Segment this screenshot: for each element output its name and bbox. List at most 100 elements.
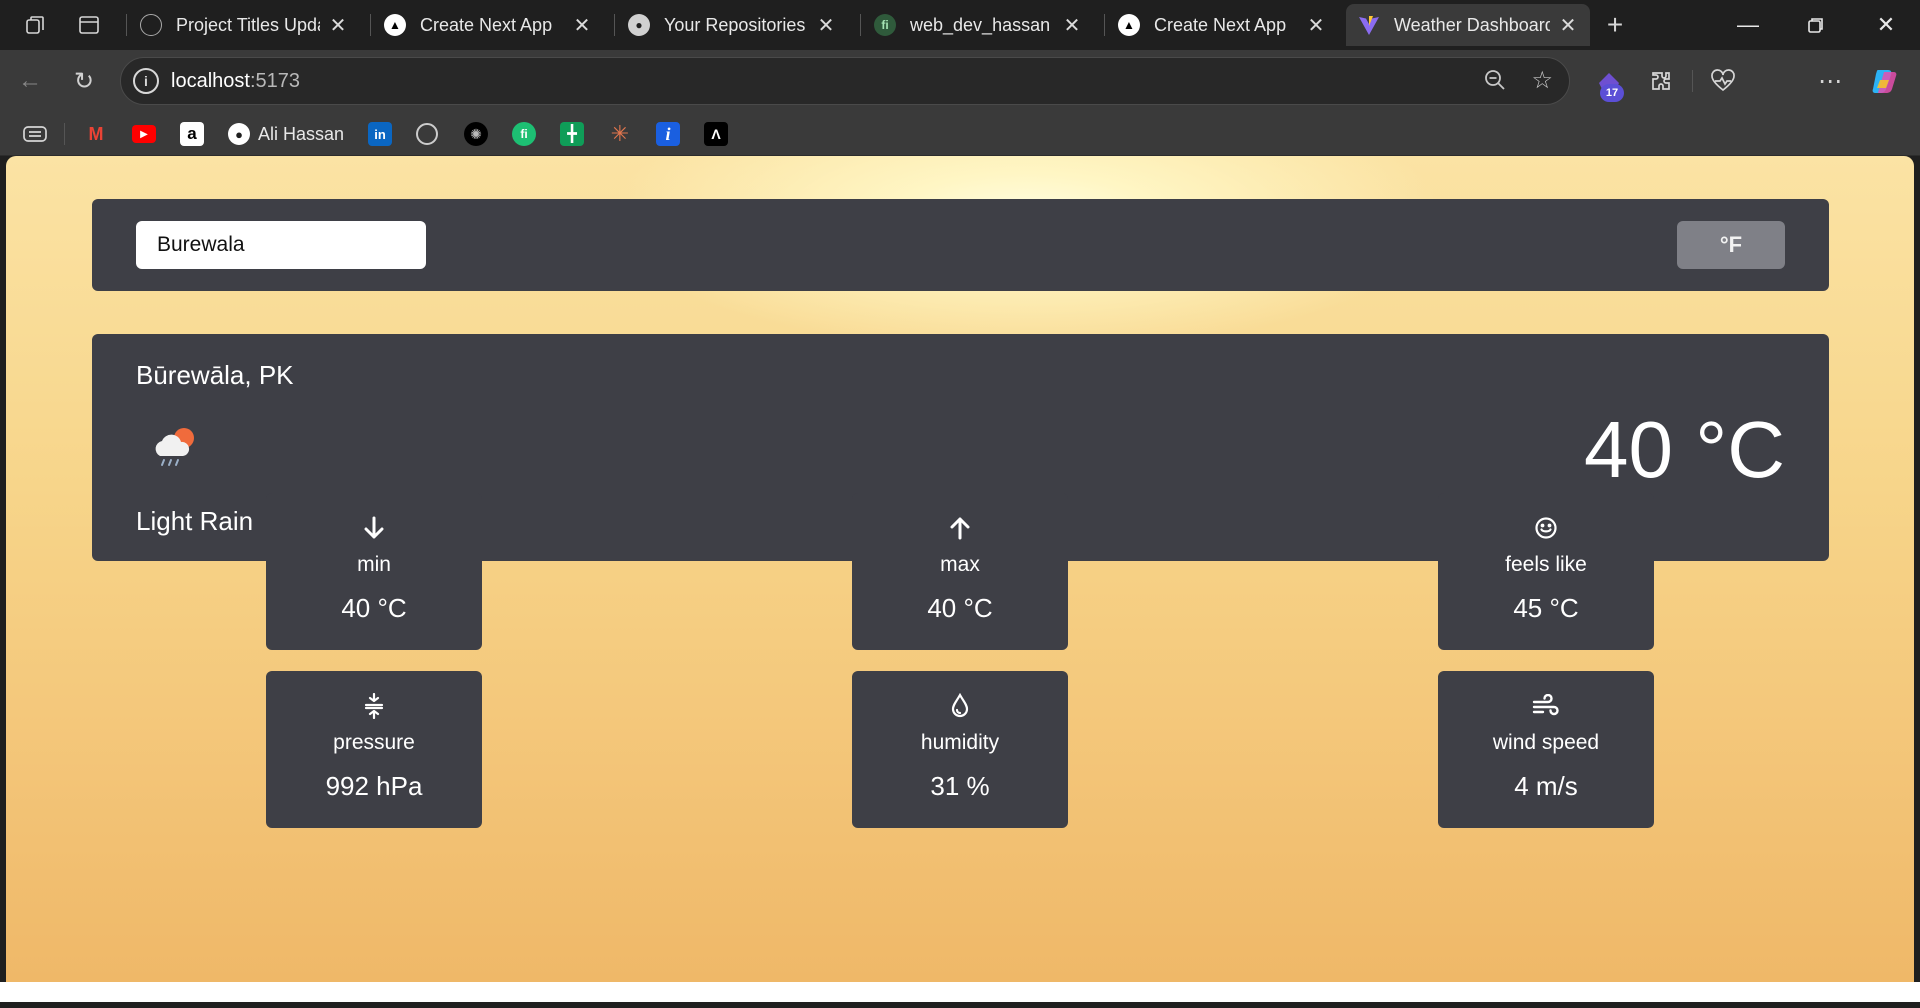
stat-label: wind speed: [1492, 731, 1600, 754]
page-bottom-edge: [0, 982, 1920, 1008]
refresh-icon[interactable]: ↻: [66, 63, 102, 99]
stat-value: 40 °C: [927, 593, 993, 623]
back-arrow-icon[interactable]: ←: [12, 63, 48, 99]
stat-label: pressure: [333, 731, 415, 754]
wind-icon: [1438, 691, 1654, 721]
github-icon: ●: [228, 123, 250, 145]
bookmark-gmail[interactable]: M: [84, 121, 108, 147]
tab-create-next-app[interactable]: ▲ Create Next App ✕: [372, 4, 604, 46]
stat-label: max: [940, 553, 980, 576]
stat-value: 4 m/s: [1514, 771, 1578, 801]
bookmark-linkedin[interactable]: in: [368, 121, 392, 147]
favorite-star-icon[interactable]: ☆: [1531, 66, 1553, 95]
claude-icon: ✳: [610, 121, 630, 146]
url-text[interactable]: localhost:5173: [171, 70, 300, 93]
smiley-icon: [1438, 513, 1654, 543]
tab-create-next-app-2[interactable]: ▲ Create Next App ✕: [1106, 4, 1338, 46]
workspaces-icon[interactable]: [20, 10, 50, 40]
stat-label: feels like: [1505, 553, 1587, 576]
zoom-out-icon[interactable]: [1483, 68, 1507, 98]
close-icon[interactable]: ✕: [816, 13, 836, 38]
tab-title: web_dev_hassan | F: [910, 14, 1054, 35]
extensions-icon[interactable]: [1644, 64, 1678, 98]
bookmark-sheets[interactable]: ╋: [560, 121, 584, 147]
light-rain-cloud-icon: [150, 424, 202, 468]
restore-button[interactable]: [1782, 0, 1850, 50]
tab-web-dev-hassan[interactable]: fi web_dev_hassan | F ✕: [862, 4, 1094, 46]
tab-title: Weather Dashboard: [1394, 14, 1550, 35]
github-icon: ●: [628, 14, 650, 36]
openai-icon: [140, 14, 162, 36]
vertical-tabs-icon[interactable]: [74, 10, 104, 40]
stat-value: 31 %: [930, 771, 990, 801]
info-icon[interactable]: i: [133, 68, 159, 94]
tab-title: Your Repositories: [664, 14, 806, 35]
arrow-up-icon: [852, 513, 1068, 543]
tab-strip: Project Titles Updat ✕ ▲ Create Next App…: [0, 0, 1920, 50]
gmail-icon: M: [88, 123, 104, 144]
bookmark-claude[interactable]: ✳: [608, 121, 632, 147]
weather-dashboard-page: °F Būrewāla, PK Light Rain 40 °C min 40 …: [6, 156, 1914, 982]
stat-label: min: [357, 553, 391, 576]
bookmark-youtube[interactable]: ▶: [132, 121, 156, 147]
close-window-button[interactable]: ✕: [1852, 0, 1920, 50]
extension-badge: 17: [1600, 84, 1624, 102]
close-icon[interactable]: ✕: [328, 13, 348, 38]
fiverr-icon: fi: [512, 122, 536, 146]
new-tab-button[interactable]: +: [1600, 9, 1630, 40]
unit-toggle-button[interactable]: °F: [1677, 221, 1785, 269]
bookmarks-bar: M ▶ a ● Ali Hassan in ✺ fi ╋ ✳ i Λ: [0, 112, 1920, 156]
close-icon[interactable]: ✕: [1306, 13, 1326, 38]
bookmark-artifact[interactable]: Λ: [704, 121, 728, 147]
reading-list-icon[interactable]: [22, 121, 48, 147]
city-search-input[interactable]: [136, 221, 426, 269]
vite-icon: [1358, 14, 1380, 36]
health-heart-icon[interactable]: [1706, 64, 1740, 98]
fiverr-icon: fi: [874, 14, 896, 36]
sheets-icon: ╋: [560, 122, 584, 146]
tab-your-repositories[interactable]: ● Your Repositories ✕: [616, 4, 848, 46]
address-bar[interactable]: i localhost:5173 ☆: [120, 57, 1570, 105]
info-icon: i: [656, 122, 680, 146]
bookmark-fiverr[interactable]: fi: [512, 121, 536, 147]
bookmark-amazon[interactable]: a: [180, 121, 204, 147]
tab-project-titles[interactable]: Project Titles Updat ✕: [128, 4, 360, 46]
bookmark-ali-hassan[interactable]: ● Ali Hassan: [228, 121, 344, 147]
location-name: Būrewāla, PK: [136, 360, 294, 390]
close-icon[interactable]: ✕: [572, 13, 592, 38]
stat-label: humidity: [920, 731, 1000, 754]
stat-value: 40 °C: [341, 593, 407, 623]
browser-window: Project Titles Updat ✕ ▲ Create Next App…: [0, 0, 1920, 1008]
tab-title: Project Titles Updat: [176, 14, 320, 35]
stat-value: 992 hPa: [325, 771, 423, 801]
minimize-button[interactable]: —: [1714, 0, 1782, 50]
stat-value: 45 °C: [1513, 593, 1579, 623]
bookmark-info[interactable]: i: [656, 121, 680, 147]
bookmark-perplexity[interactable]: ✺: [464, 121, 488, 147]
youtube-icon: ▶: [132, 125, 156, 143]
stat-card-min: min 40 °C: [266, 493, 482, 650]
droplet-icon: [852, 691, 1068, 721]
arrow-down-icon: [266, 513, 482, 543]
stat-card-feels-like: feels like 45 °C: [1438, 493, 1654, 650]
vercel-triangle-icon: ▲: [1118, 14, 1140, 36]
openai-icon: [416, 123, 438, 145]
tab-title: Create Next App: [420, 14, 553, 35]
more-menu-icon[interactable]: ⋯: [1813, 64, 1847, 98]
close-icon[interactable]: ✕: [1558, 13, 1578, 38]
stat-card-wind-speed: wind speed 4 m/s: [1438, 671, 1654, 828]
weather-condition: Light Rain: [136, 506, 254, 536]
search-panel: °F: [92, 199, 1829, 291]
browser-toolbar: ← ↻ i localhost:5173 ☆ ⋯: [0, 50, 1920, 150]
close-icon[interactable]: ✕: [1062, 13, 1082, 38]
bookmark-chatgpt[interactable]: [416, 121, 438, 147]
tab-weather-dashboard[interactable]: Weather Dashboard ✕: [1346, 4, 1590, 46]
copilot-icon[interactable]: [1868, 64, 1902, 98]
tab-title: Create Next App: [1154, 14, 1287, 35]
current-temperature: 40 °C: [1584, 405, 1785, 494]
amazon-icon: a: [180, 122, 204, 146]
linkedin-icon: in: [368, 122, 392, 146]
artifact-icon: Λ: [704, 122, 728, 146]
perplexity-icon: ✺: [464, 122, 488, 146]
vercel-triangle-icon: ▲: [384, 14, 406, 36]
